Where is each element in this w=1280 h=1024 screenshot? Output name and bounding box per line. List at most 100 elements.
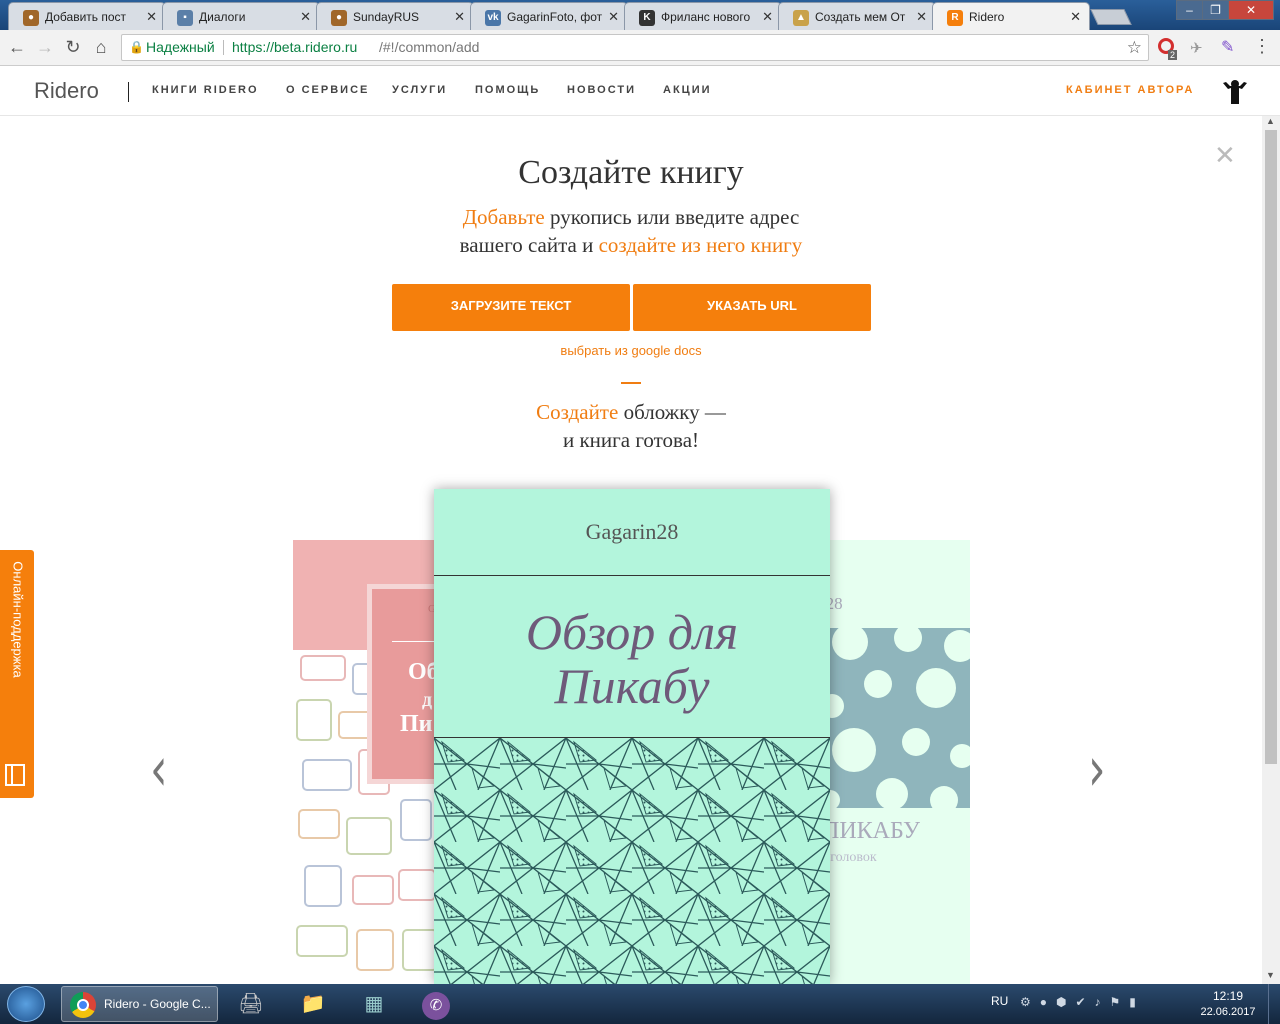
chrome-icon-center (77, 999, 89, 1011)
browser-tab[interactable]: ● SundayRUS ✕ (316, 2, 474, 30)
create-book-panel: ✕ Создайте книгу Добавьте рукопись или в… (0, 116, 1262, 984)
start-button[interactable] (7, 986, 45, 1022)
file-explorer-icon[interactable]: 📁 (288, 986, 338, 1022)
close-window-button[interactable]: ✕ (1228, 0, 1274, 20)
reload-icon[interactable]: ↻ (62, 36, 84, 58)
cover-triangle-pattern (434, 738, 830, 984)
nav-promo[interactable]: АКЦИИ (663, 84, 712, 96)
online-support-tab[interactable]: Онлайн-поддержка (0, 550, 34, 798)
browser-tab[interactable]: ▪ Диалоги ✕ (162, 2, 320, 30)
browser-tab[interactable]: vk GagarinFoto, фот ✕ (470, 2, 628, 30)
orange-divider (621, 382, 641, 384)
browser-toolbar: ← → ↻ ⌂ 🔒 Надежный https://beta.ridero.r… (0, 30, 1280, 66)
google-docs-link[interactable]: выбрать из google docs (0, 343, 1262, 358)
cover-right-pattern (820, 628, 970, 808)
clock-date[interactable]: 22.06.2017 (1196, 1006, 1260, 1018)
show-desktop-button[interactable] (1268, 984, 1280, 1024)
browser-tab[interactable]: ▲ Создать мем От ✕ (778, 2, 936, 30)
logo-divider (128, 82, 129, 102)
scrollbar-thumb[interactable] (1265, 130, 1277, 764)
nav-help[interactable]: ПОМОЩЬ (475, 84, 540, 96)
cover-preview-left[interactable]: G Об д Пи (293, 540, 443, 984)
home-icon[interactable]: ⌂ (90, 36, 112, 58)
support-book-icon (5, 764, 25, 786)
tab-favicon-icon: ● (331, 10, 347, 26)
minimize-window-button[interactable]: – (1176, 0, 1203, 20)
intro-line-1: Добавьте рукопись или введите адрес (0, 205, 1262, 230)
cover-preview-right[interactable]: r28 ПИКАБУ аголовок (820, 540, 970, 984)
create-cover-link[interactable]: Создайте (536, 400, 618, 424)
upload-text-button[interactable]: ЗАГРУЗИТЕ ТЕКСТ (392, 284, 630, 331)
ridero-logo[interactable]: Ridero (34, 78, 99, 104)
lock-icon: 🔒 (129, 40, 144, 54)
security-label: Надежный (146, 39, 215, 55)
nav-books[interactable]: КНИГИ RIDERO (152, 84, 259, 96)
nav-about[interactable]: О СЕРВИСЕ (286, 84, 369, 96)
intro-text-1: рукопись или введите адрес (544, 205, 800, 229)
tab-favicon-icon: vk (485, 10, 501, 26)
page-title: Создайте книгу (518, 154, 744, 191)
browser-tab-bar: ● Добавить пост ✕ ▪ Диалоги ✕ ● SundayRU… (0, 0, 1280, 30)
viber-icon[interactable]: ✆ (411, 986, 461, 1022)
tab-label: Диалоги (199, 10, 246, 24)
cover-left-title-fragment: Пи (400, 711, 433, 737)
cover-title-line-2: Пикабу (554, 658, 710, 714)
scroll-down-arrow-icon[interactable]: ▼ (1266, 970, 1275, 980)
fax-printer-icon[interactable]: 🖨 (226, 986, 276, 1022)
close-tab-icon[interactable]: ✕ (762, 9, 773, 25)
tab-favicon-icon: ● (23, 10, 39, 26)
taskbar-chrome-item[interactable]: Ridero - Google C... (61, 986, 218, 1022)
clock-time[interactable]: 12:19 (1208, 989, 1248, 1003)
tab-label: Создать мем От (815, 10, 906, 24)
user-avatar-icon[interactable] (1220, 77, 1250, 107)
cover-preview-center[interactable]: Gagarin28 Обзор для Пикабу (434, 489, 830, 984)
create-from-site-link[interactable]: создайте из него книгу (599, 233, 803, 257)
cover-author: Gagarin28 (585, 519, 679, 544)
cover-title-line-1: Обзор для (525, 604, 739, 660)
forward-arrow-icon[interactable]: → (34, 36, 56, 58)
tab-label: SundayRUS (353, 10, 420, 24)
tab-label: Добавить пост (45, 10, 127, 24)
intro-text-2: вашего сайта и (459, 233, 599, 257)
windows-taskbar: Ridero - Google C... 🖨 📁 ▦ ✆ RU ⚙●⬢✔♪⚑▮ … (0, 984, 1280, 1024)
browser-tab[interactable]: K Фриланс нового ✕ (624, 2, 782, 30)
address-bar[interactable]: 🔒 Надежный https://beta.ridero.ru /#!/co… (121, 34, 1149, 61)
carousel-next-arrow-icon[interactable]: › (1088, 734, 1106, 805)
nav-news[interactable]: НОВОСТИ (567, 84, 636, 96)
close-tab-icon[interactable]: ✕ (1070, 9, 1081, 25)
bookmark-star-icon[interactable]: ☆ (1127, 35, 1142, 60)
add-manuscript-link[interactable]: Добавьте (463, 205, 545, 229)
cover-line-2: и книга готова! (562, 428, 700, 452)
language-indicator[interactable]: RU (991, 994, 1008, 1008)
close-tab-icon[interactable]: ✕ (146, 9, 157, 25)
cover-divider-top (434, 575, 830, 576)
close-tab-icon[interactable]: ✕ (608, 9, 619, 25)
close-tab-icon[interactable]: ✕ (454, 9, 465, 25)
maximize-window-button[interactable]: ❐ (1202, 0, 1229, 20)
pen-extension-icon[interactable]: ✎ (1221, 37, 1234, 57)
menu-icon[interactable]: ⋮ (1253, 36, 1271, 57)
page-scrollbar[interactable]: ▲ ▼ (1262, 116, 1280, 984)
close-tab-icon[interactable]: ✕ (300, 9, 311, 25)
new-tab-button[interactable] (1090, 9, 1132, 25)
carousel-prev-arrow-icon[interactable]: ‹ (150, 734, 168, 805)
cover-left-title-box: G Об д Пи (367, 584, 443, 784)
support-label: Онлайн-поддержка (10, 561, 26, 678)
nav-services[interactable]: УСЛУГИ (392, 84, 447, 96)
scroll-up-arrow-icon[interactable]: ▲ (1266, 116, 1275, 126)
tab-label: Фриланс нового (661, 10, 751, 24)
url-path: /#!/common/add (379, 39, 480, 55)
cover-line-1: Создайте обложку — (0, 400, 1262, 425)
calculator-icon[interactable]: ▦ (349, 986, 399, 1022)
specify-url-button[interactable]: УКАЗАТЬ URL (633, 284, 871, 331)
back-arrow-icon[interactable]: ← (6, 36, 28, 58)
browser-tab-active[interactable]: R Ridero ✕ (932, 2, 1090, 30)
close-tab-icon[interactable]: ✕ (916, 9, 927, 25)
author-cabinet-link[interactable]: КАБИНЕТ АВТОРА (1066, 84, 1194, 96)
tray-icons[interactable]: ⚙●⬢✔♪⚑▮ (1020, 995, 1145, 1009)
browser-tab[interactable]: ● Добавить пост ✕ (8, 2, 166, 30)
tab-favicon-icon: R (947, 10, 963, 26)
url-host: https://beta.ridero.ru (232, 39, 358, 55)
extension-icon[interactable]: ✈ (1190, 39, 1203, 57)
tab-label: GagarinFoto, фот (507, 10, 603, 24)
